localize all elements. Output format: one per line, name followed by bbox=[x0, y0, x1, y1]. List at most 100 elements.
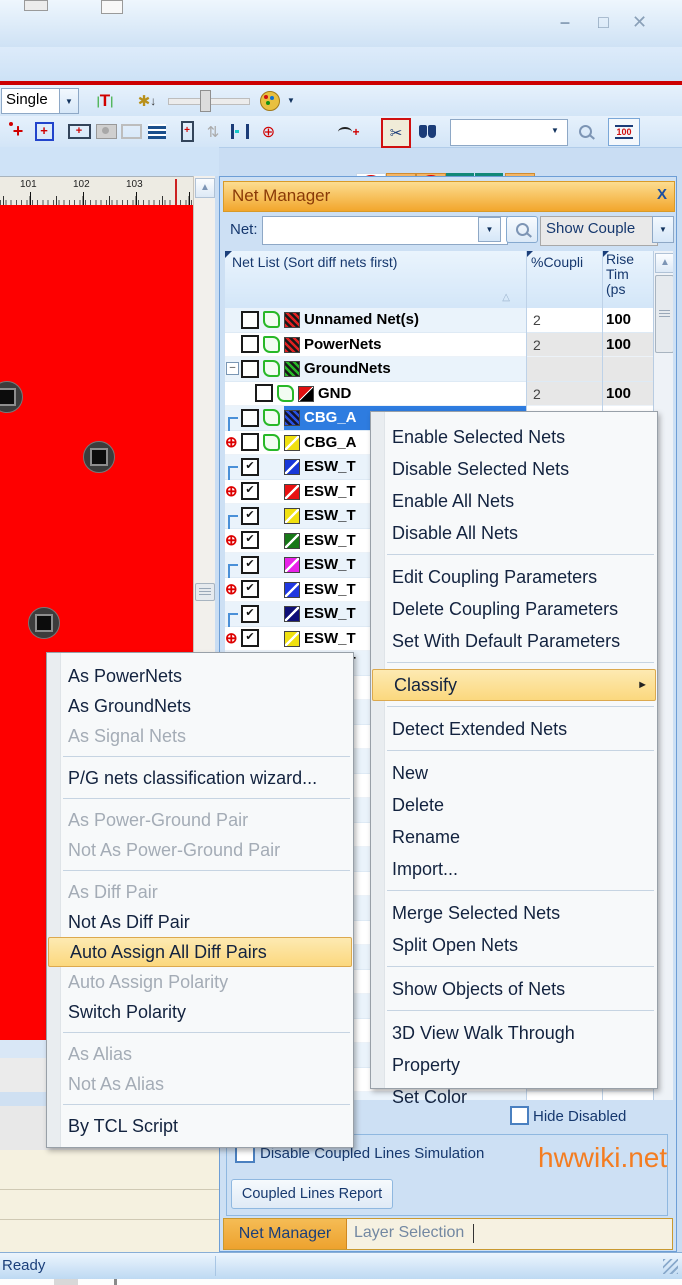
net-search-button[interactable] bbox=[506, 216, 538, 243]
net-visible-checkbox[interactable]: ✔ bbox=[241, 605, 259, 623]
net-name-cell[interactable]: PowerNets bbox=[284, 333, 526, 357]
palette-icon[interactable] bbox=[258, 88, 282, 113]
mode-select[interactable]: Single bbox=[1, 88, 65, 114]
scroll-up-icon[interactable]: ▲ bbox=[195, 178, 215, 198]
menu-item-delete-coupling-parameters[interactable]: Delete Coupling Parameters bbox=[371, 593, 657, 625]
menu-item-disable-selected-nets[interactable]: Disable Selected Nets bbox=[371, 453, 657, 485]
via-pad[interactable] bbox=[0, 381, 23, 413]
image-capture-icon[interactable] bbox=[93, 119, 119, 144]
search-magnifier-icon[interactable] bbox=[572, 119, 598, 144]
net-visible-checkbox[interactable] bbox=[241, 311, 259, 329]
show-filter-select[interactable]: Show Couple bbox=[540, 216, 658, 246]
net-color-swatch[interactable] bbox=[284, 606, 300, 622]
probe-pins-icon[interactable]: |T| bbox=[88, 89, 122, 112]
vertical-rect-icon[interactable]: + bbox=[177, 119, 197, 144]
net-visible-checkbox[interactable]: ✔ bbox=[241, 556, 259, 574]
scroll-up-icon[interactable]: ▲ bbox=[655, 253, 673, 273]
menu-item-merge-selected-nets[interactable]: Merge Selected Nets bbox=[371, 897, 657, 929]
net-row-groundnets[interactable]: – GroundNets bbox=[225, 357, 653, 382]
layers-icon[interactable] bbox=[144, 119, 170, 144]
menu-item-auto-assign-all-diff-pairs[interactable]: Auto Assign All Diff Pairs bbox=[48, 937, 352, 967]
net-visible-checkbox[interactable] bbox=[241, 360, 259, 378]
menu-item-detect-extended-nets[interactable]: Detect Extended Nets bbox=[371, 713, 657, 745]
column-header-coupling[interactable]: %Coupli bbox=[526, 251, 602, 309]
scrollbar-thumb[interactable] bbox=[655, 275, 673, 353]
net-visible-checkbox[interactable]: ✔ bbox=[241, 507, 259, 525]
zoom-100-icon[interactable]: 100 bbox=[608, 118, 640, 146]
menu-item-edit-coupling-parameters[interactable]: Edit Coupling Parameters bbox=[371, 561, 657, 593]
palette-dropdown-icon[interactable]: ▼ bbox=[284, 88, 298, 113]
menu-item-new[interactable]: New bbox=[371, 757, 657, 789]
menu-item-as-powernets[interactable]: As PowerNets bbox=[47, 661, 353, 691]
net-filter-dropdown[interactable]: ▼ bbox=[478, 217, 501, 242]
net-visible-checkbox[interactable]: ✔ bbox=[241, 458, 259, 476]
net-color-swatch[interactable] bbox=[284, 410, 300, 426]
resize-grip[interactable] bbox=[663, 1259, 678, 1274]
toolbar-search-dropdown[interactable]: ▼ bbox=[546, 121, 564, 140]
net-color-swatch[interactable] bbox=[284, 557, 300, 573]
via-pad[interactable] bbox=[83, 441, 115, 473]
mode-select-dropdown[interactable]: ▼ bbox=[59, 88, 79, 114]
net-color-swatch[interactable] bbox=[284, 582, 300, 598]
menu-item-disable-all-nets[interactable]: Disable All Nets bbox=[371, 517, 657, 549]
net-row-gnd[interactable]: GND2100 bbox=[225, 382, 653, 407]
column-header-net-list[interactable]: Net List (Sort diff nets first) △ bbox=[225, 251, 526, 309]
menu-item-enable-selected-nets[interactable]: Enable Selected Nets bbox=[371, 421, 657, 453]
net-visible-checkbox[interactable] bbox=[241, 409, 259, 427]
menu-item-delete[interactable]: Delete bbox=[371, 789, 657, 821]
menu-item-set-color[interactable]: Set Color bbox=[371, 1081, 657, 1113]
menu-item-switch-polarity[interactable]: Switch Polarity bbox=[47, 997, 353, 1027]
zoom-area-icon[interactable]: ⊕ bbox=[256, 119, 281, 144]
split-view-icon[interactable] bbox=[227, 119, 252, 144]
net-visible-checkbox[interactable] bbox=[241, 335, 259, 353]
menu-item-rename[interactable]: Rename bbox=[371, 821, 657, 853]
net-color-swatch[interactable] bbox=[284, 459, 300, 475]
via-pad[interactable] bbox=[28, 607, 60, 639]
scrollbar-thumb[interactable] bbox=[195, 583, 215, 601]
menu-item-split-open-nets[interactable]: Split Open Nets bbox=[371, 929, 657, 961]
net-visible-checkbox[interactable]: ✔ bbox=[241, 580, 259, 598]
menu-item-enable-all-nets[interactable]: Enable All Nets bbox=[371, 485, 657, 517]
net-visible-checkbox[interactable]: ✔ bbox=[241, 531, 259, 549]
net-visible-checkbox[interactable]: ✔ bbox=[241, 629, 259, 647]
collapse-icon[interactable]: – bbox=[226, 362, 239, 375]
menu-item-classify[interactable]: Classify► bbox=[372, 669, 656, 701]
net-name-cell[interactable]: Unnamed Net(s) bbox=[284, 308, 526, 332]
net-color-swatch[interactable] bbox=[284, 361, 300, 377]
menu-item-import[interactable]: Import... bbox=[371, 853, 657, 885]
menu-item-p-g-nets-classification-wizard[interactable]: P/G nets classification wizard... bbox=[47, 763, 353, 793]
menu-item-show-objects-of-nets[interactable]: Show Objects of Nets bbox=[371, 973, 657, 1005]
net-color-swatch[interactable] bbox=[284, 312, 300, 328]
add-rect-icon[interactable]: + bbox=[66, 119, 92, 144]
net-color-swatch[interactable] bbox=[284, 533, 300, 549]
menu-item-not-as-diff-pair[interactable]: Not As Diff Pair bbox=[47, 907, 353, 937]
net-visible-checkbox[interactable] bbox=[255, 384, 273, 402]
empty-rect-icon[interactable] bbox=[119, 119, 144, 144]
panel-close-icon[interactable]: X bbox=[657, 186, 667, 203]
net-filter-input[interactable] bbox=[262, 216, 508, 245]
column-header-rise-time[interactable]: Rise Tim (ps bbox=[602, 251, 653, 309]
net-manager-titlebar[interactable]: Net Manager X bbox=[223, 181, 675, 212]
net-color-swatch[interactable] bbox=[284, 337, 300, 353]
coupled-lines-report-button[interactable]: Coupled Lines Report bbox=[231, 1179, 393, 1209]
net-color-swatch[interactable] bbox=[284, 631, 300, 647]
net-row-powernets[interactable]: PowerNets2100 bbox=[225, 333, 653, 358]
net-color-swatch[interactable] bbox=[284, 508, 300, 524]
show-filter-dropdown[interactable]: ▼ bbox=[652, 216, 674, 243]
distribute-icon[interactable]: ⇅ bbox=[201, 119, 225, 144]
maximize-icon[interactable]: □ bbox=[598, 12, 609, 33]
net-name-cell[interactable]: GND bbox=[298, 382, 526, 406]
menu-item-set-with-default-parameters[interactable]: Set With Default Parameters bbox=[371, 625, 657, 657]
net-name-cell[interactable]: GroundNets bbox=[284, 357, 526, 381]
add-point-frame-icon[interactable]: + bbox=[32, 119, 56, 144]
tab-net-manager[interactable]: Net Manager bbox=[224, 1219, 347, 1249]
net-color-swatch[interactable] bbox=[284, 484, 300, 500]
net-visible-checkbox[interactable]: ✔ bbox=[241, 482, 259, 500]
net-color-swatch[interactable] bbox=[284, 435, 300, 451]
menu-item-3d-view-walk-through[interactable]: 3D View Walk Through bbox=[371, 1017, 657, 1049]
gear-sort-icon[interactable]: ✱↓ bbox=[133, 89, 161, 112]
zoom-slider-thumb[interactable] bbox=[200, 90, 211, 112]
menu-item-property[interactable]: Property bbox=[371, 1049, 657, 1081]
net-visible-checkbox[interactable] bbox=[241, 433, 259, 451]
net-color-swatch[interactable] bbox=[298, 386, 314, 402]
